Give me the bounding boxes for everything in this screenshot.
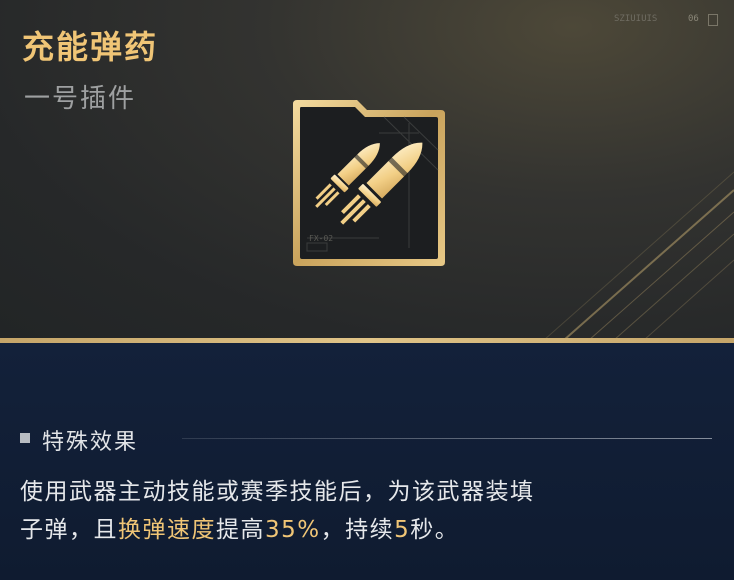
effect-description: 使用武器主动技能或赛季技能后，为该武器装填 子弹，且换弹速度提高35%，持续5秒…	[20, 473, 720, 549]
effect-line-2: 子弹，且换弹速度提高35%，持续5秒。	[20, 511, 720, 549]
corner-box-icon	[708, 14, 718, 26]
twin-bullets-icon: FX-02	[293, 100, 445, 266]
diagonal-lines-decoration	[545, 171, 734, 338]
effect-text: 子弹，且	[20, 517, 118, 543]
item-header-panel: 充能弹药 一号插件 SZIUIUIS 06 FX-02	[0, 0, 734, 338]
highlight-stat: 换弹速度	[118, 517, 216, 543]
frame-small-text: FX-02	[309, 234, 333, 243]
effect-text: 提高	[216, 517, 265, 543]
effect-text: 秒。	[410, 517, 460, 543]
item-icon-frame: FX-02	[289, 98, 449, 270]
section-divider-line	[182, 438, 712, 439]
corner-number-label: 06	[688, 14, 699, 24]
item-type: 一号插件	[24, 84, 137, 114]
effect-section-title: 特殊效果	[42, 430, 139, 455]
plugin-tooltip-card: 充能弹药 一号插件 SZIUIUIS 06 FX-02 特殊效果 使用武器主动技…	[0, 0, 734, 580]
item-name: 充能弹药	[22, 28, 159, 66]
effect-section-header: 特殊效果	[20, 424, 720, 455]
highlight-duration: 5	[394, 517, 411, 543]
corner-code-label: SZIUIUIS	[614, 14, 658, 24]
effect-line-1: 使用武器主动技能或赛季技能后，为该武器装填	[20, 479, 535, 505]
square-bullet-icon	[20, 433, 30, 443]
effect-text: ，持续	[320, 517, 395, 543]
effect-panel: 特殊效果 使用武器主动技能或赛季技能后，为该武器装填 子弹，且换弹速度提高35%…	[0, 343, 734, 580]
highlight-percent: 35%	[265, 517, 321, 543]
